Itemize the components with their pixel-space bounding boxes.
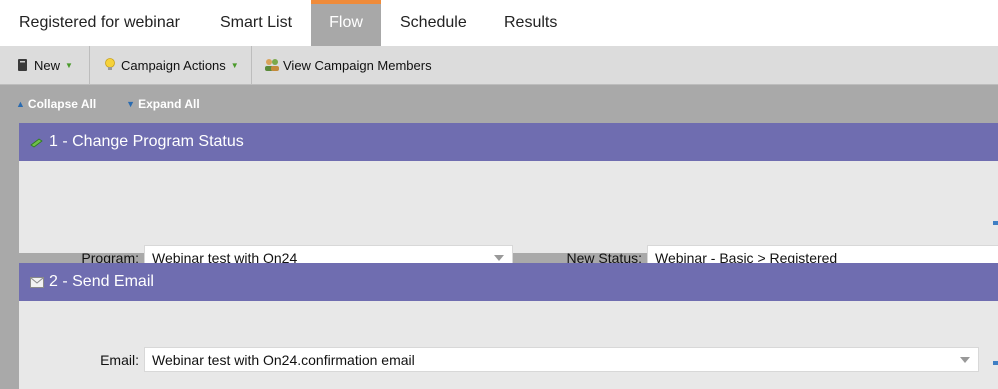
step-header[interactable]: 1 - Change Program Status [19, 123, 998, 161]
step-body [19, 301, 998, 389]
step-body: Program: Webinar test with On24 New Stat… [19, 161, 998, 270]
step-header[interactable]: 2 - Send Email [19, 263, 998, 301]
expand-all-label: Expand All [138, 97, 200, 111]
campaign-actions-button[interactable]: Campaign Actions ▼ [90, 45, 252, 85]
email-select[interactable]: Webinar test with On24.confirmation emai… [144, 347, 979, 372]
edge-marker [993, 361, 998, 365]
tab-smart-list[interactable]: Smart List [200, 0, 311, 46]
dropdown-arrow-icon [960, 357, 970, 363]
tab-bar: Registered for webinar Smart List Flow S… [0, 0, 998, 46]
collapse-all-button[interactable]: ▲ Collapse All [16, 97, 96, 111]
tab-schedule[interactable]: Schedule [381, 0, 485, 46]
tab-results[interactable]: Results [485, 0, 585, 46]
step-title: 2 - Send Email [49, 273, 154, 290]
dropdown-arrow-icon [494, 255, 504, 261]
flow-controls: ▲ Collapse All ▼ Expand All [0, 85, 998, 123]
program-status-icon [29, 134, 45, 150]
email-select-value: Webinar test with On24.confirmation emai… [152, 351, 415, 368]
email-icon [29, 274, 45, 290]
flow-step-change-program-status: 1 - Change Program Status Program: Webin… [19, 123, 998, 270]
expand-all-button[interactable]: ▼ Expand All [126, 97, 200, 111]
toolbar: New ▼ Campaign Actions ▼ View Campaign M… [0, 45, 998, 85]
new-button-label: New [34, 57, 61, 73]
collapse-all-label: Collapse All [27, 97, 97, 111]
new-button[interactable]: New ▼ [0, 45, 90, 85]
people-icon [264, 57, 280, 73]
campaign-actions-label: Campaign Actions [121, 57, 226, 73]
email-field-label: Email: [100, 352, 139, 368]
new-document-icon [15, 57, 31, 73]
edge-marker [993, 221, 998, 225]
chevron-down-icon: ▼ [230, 60, 239, 70]
tab-registered-for-webinar[interactable]: Registered for webinar [0, 0, 200, 46]
triangle-up-icon: ▲ [16, 99, 25, 109]
triangle-down-icon: ▼ [126, 99, 136, 109]
chevron-down-icon: ▼ [65, 60, 73, 70]
step-title: 1 - Change Program Status [49, 133, 244, 150]
tab-flow[interactable]: Flow [311, 0, 381, 46]
view-campaign-members-button[interactable]: View Campaign Members [252, 46, 432, 85]
view-campaign-members-label: View Campaign Members [283, 57, 432, 73]
lightbulb-icon [102, 57, 118, 73]
